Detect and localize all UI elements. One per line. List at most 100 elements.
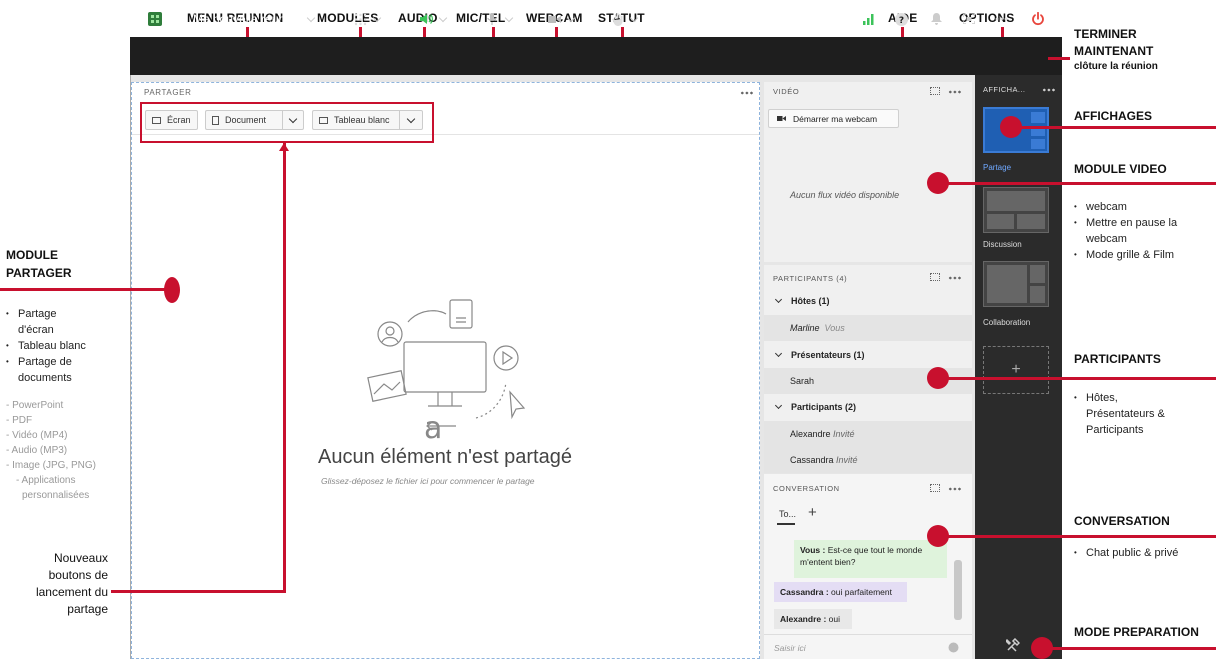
chat-message-own: Vous : Est-ce que tout le monde m'entent… — [794, 540, 947, 578]
layout-thumb-discussion[interactable] — [983, 187, 1049, 233]
help-button[interactable]: ? — [895, 0, 908, 38]
participant-name: Alexandre — [790, 429, 831, 439]
pod-menu-icon[interactable] — [948, 90, 962, 94]
fullscreen-button[interactable] — [963, 0, 975, 38]
annotation-partager-list: Partage d'écran Tableau blanc Partage de… — [6, 306, 86, 386]
meeting-name: Ma nouvelle réunion — [193, 12, 302, 26]
participant-row[interactable]: Cassandra Invité — [764, 447, 972, 473]
participant-row[interactable]: Marline Vous — [764, 315, 972, 341]
layout-label-discussion: Discussion — [983, 240, 1022, 249]
connector — [0, 288, 170, 291]
participant-tag: Invité — [833, 429, 855, 439]
pod-fullscreen-icon[interactable] — [930, 273, 940, 281]
participants-count: (4) — [836, 274, 848, 283]
marker-dot — [164, 277, 180, 303]
menu-bar — [130, 37, 1062, 75]
empty-share-illustration-icon: a — [367, 299, 526, 441]
annotation-video-list: webcam Mettre en pause la webcam Mode gr… — [1074, 199, 1177, 263]
annotation-participants-list: Hôtes, Présentateurs & Participants — [1074, 390, 1165, 438]
chevron-down-icon — [774, 349, 783, 358]
chat-message: Alexandre : oui — [774, 609, 852, 629]
status-button[interactable] — [612, 0, 639, 38]
options-button[interactable] — [995, 0, 1008, 38]
raise-hand-icon — [612, 13, 623, 26]
chat-tab-everyone[interactable]: To... — [779, 509, 796, 519]
svg-text:?: ? — [899, 16, 904, 26]
layouts-title: AFFICHA... — [983, 85, 1026, 94]
layout-label-collaboration: Collaboration — [983, 318, 1031, 327]
share-empty-subtitle: Glissez-déposez le fichier ici pour comm… — [321, 476, 535, 486]
participant-name: Sarah — [790, 376, 815, 386]
chevron-down-icon — [438, 13, 448, 22]
chevron-down-icon — [774, 295, 783, 304]
bell-icon — [931, 13, 942, 25]
annotation-conversation-list: Chat public & privé — [1074, 545, 1178, 561]
add-chat-tab-plus-icon[interactable]: + — [808, 504, 817, 521]
layout-label-partage: Partage — [983, 163, 1012, 172]
participants-pod-title: PARTICIPANTS (4) — [773, 274, 848, 283]
annotation-preparation: MODE PREPARATION — [1074, 625, 1199, 639]
help-icon: ? — [895, 12, 908, 26]
layout-thumb-collaboration[interactable] — [983, 261, 1049, 307]
chevron-down-icon — [306, 13, 316, 22]
video-empty-text: Aucun flux vidéo disponible — [790, 190, 900, 200]
connector — [945, 535, 1216, 538]
connector — [1049, 647, 1216, 650]
camera-icon — [548, 15, 561, 23]
share-pod-title: PARTAGER — [144, 88, 192, 97]
connector — [1048, 57, 1070, 60]
annotation-affichages: AFFICHAGES — [1074, 109, 1152, 123]
connection-signal-icon — [863, 0, 875, 38]
start-webcam-label: Démarrer ma webcam — [793, 113, 878, 124]
participant-row[interactable]: Alexandre Invité — [764, 421, 972, 447]
preparation-mode-button[interactable] — [1004, 637, 1021, 657]
divider — [764, 634, 972, 635]
webcam-button[interactable] — [548, 0, 576, 38]
participant-tag: Vous — [824, 323, 845, 333]
pod-fullscreen-icon[interactable] — [930, 87, 940, 95]
highlight-share-buttons — [140, 102, 434, 143]
end-meeting-button[interactable] — [1031, 0, 1045, 38]
hosts-group-header[interactable]: Hôtes (1) — [764, 288, 972, 314]
mic-button[interactable] — [485, 0, 514, 38]
chat-scrollbar[interactable] — [954, 560, 962, 620]
annotation-terminer: TERMINER MAINTENANT clôture la réunion — [1074, 27, 1158, 72]
connector — [945, 182, 1216, 185]
modules-button[interactable] — [354, 0, 382, 38]
annotation-partager-title: MODULE PARTAGER — [6, 248, 72, 280]
presenters-group-header[interactable]: Présentateurs (1) — [764, 342, 972, 368]
audio-button[interactable] — [419, 0, 448, 38]
chat-input[interactable]: Saisir ici — [774, 643, 806, 653]
start-webcam-button[interactable]: Démarrer ma webcam — [768, 109, 899, 128]
pod-menu-icon[interactable] — [948, 276, 962, 280]
connector — [945, 377, 1216, 380]
notifications-button[interactable] — [931, 0, 942, 38]
annotation-nouveaux-boutons: Nouveaux boutons de lancement du partage — [35, 551, 108, 616]
grid-icon — [354, 13, 367, 25]
chat-pod-title: CONVERSATION — [773, 484, 840, 493]
add-layout-button[interactable]: + — [983, 346, 1049, 394]
annotation-participants-title: PARTICIPANTS — [1074, 352, 1161, 366]
fullscreen-icon — [963, 14, 975, 24]
chevron-down-icon — [566, 13, 576, 22]
participant-name: Marline — [790, 323, 820, 333]
power-icon — [1032, 12, 1044, 26]
pod-menu-icon[interactable] — [948, 487, 962, 491]
camera-icon — [777, 116, 786, 121]
pod-fullscreen-icon[interactable] — [930, 484, 940, 492]
svg-text:a: a — [424, 411, 442, 441]
layouts-menu-icon[interactable] — [1042, 88, 1056, 92]
share-empty-title: Aucun élément n'est partagé — [318, 446, 572, 468]
connector — [283, 143, 286, 593]
chevron-down-icon — [774, 401, 783, 410]
speaker-icon — [420, 14, 433, 24]
participants-group-header[interactable]: Participants (2) — [764, 394, 972, 420]
participant-name: Cassandra — [790, 455, 834, 465]
app-logo-icon — [148, 0, 162, 38]
meeting-menu-button[interactable]: Ma nouvelle réunion — [193, 0, 316, 38]
chat-info-icon[interactable] — [948, 642, 959, 653]
video-pod-title: VIDÉO — [773, 87, 800, 96]
pod-menu-icon[interactable] — [740, 91, 754, 95]
microphone-icon — [487, 12, 497, 25]
more-options-icon — [995, 17, 1008, 21]
